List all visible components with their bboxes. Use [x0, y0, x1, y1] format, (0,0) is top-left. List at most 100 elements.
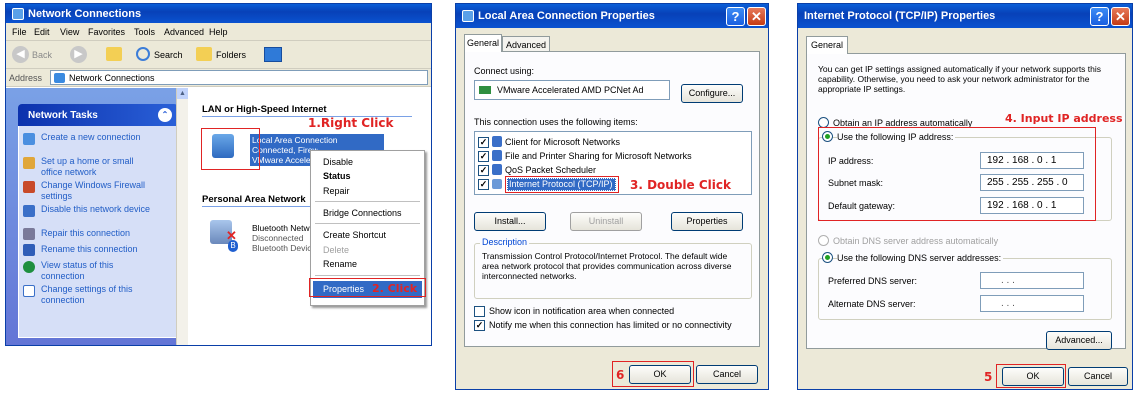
- subnet-mask-field[interactable]: 255 . 255 . 255 . 0: [980, 174, 1084, 191]
- notify-label[interactable]: Notify me when this connection has limit…: [489, 320, 732, 330]
- task-label[interactable]: Change settings of this connection: [41, 284, 151, 306]
- folders-icon[interactable]: [196, 47, 212, 61]
- item-qos[interactable]: QoS Packet Scheduler: [505, 165, 596, 175]
- menu-advanced[interactable]: Advanced: [164, 27, 204, 37]
- help-button[interactable]: ?: [726, 7, 745, 26]
- back-arrow-icon[interactable]: ◀: [12, 46, 29, 63]
- cancel-button[interactable]: Cancel: [696, 365, 758, 384]
- task-label[interactable]: View status of this connection: [41, 260, 151, 282]
- install-button[interactable]: Install...: [474, 212, 546, 231]
- ip-address-field[interactable]: 192 . 168 . 0 . 1: [980, 152, 1084, 169]
- nc-toolbar: ◀ Back ▶ Search Folders: [6, 41, 431, 69]
- menu-tools[interactable]: Tools: [134, 27, 155, 37]
- show-icon-label[interactable]: Show icon in notification area when conn…: [489, 306, 674, 316]
- menu-repair[interactable]: Repair: [323, 186, 350, 196]
- default-gateway-field[interactable]: 192 . 168 . 0 . 1: [980, 197, 1084, 214]
- menu-favorites[interactable]: Favorites: [88, 27, 125, 37]
- lan-name: Local Area Connection: [252, 135, 338, 145]
- menu-disable[interactable]: Disable: [323, 157, 353, 167]
- lan-status: Connected, Firewalled: [252, 145, 318, 155]
- annotation-input-ip: 4. Input IP address: [1005, 112, 1123, 125]
- nc-left-pane: Network Tasks ⌃ Create a new connection …: [6, 88, 186, 345]
- tcpip-title-bar: Internet Protocol (TCP/IP) Properties: [798, 4, 1132, 28]
- search-button-label[interactable]: Search: [154, 50, 183, 60]
- item-file-sharing[interactable]: File and Printer Sharing for Microsoft N…: [505, 151, 692, 161]
- bluetooth-connection-item[interactable]: ✕ B Bluetooth Network Connection Disconn…: [202, 216, 312, 256]
- menu-edit[interactable]: Edit: [34, 27, 50, 37]
- network-icon: [462, 10, 474, 22]
- address-field[interactable]: Network Connections: [50, 70, 428, 85]
- repair-wrench-icon: [23, 228, 35, 240]
- help-button[interactable]: ?: [1090, 7, 1109, 26]
- item-checkbox[interactable]: ✓: [478, 165, 489, 176]
- intro-text: You can get IP settings assigned automat…: [818, 64, 1102, 94]
- tab-general[interactable]: General: [464, 34, 502, 52]
- menu-rename[interactable]: Rename: [323, 259, 357, 269]
- menu-help[interactable]: Help: [209, 27, 228, 37]
- cancel-button[interactable]: Cancel: [1068, 367, 1128, 386]
- right-click-highlight: [201, 128, 260, 170]
- forward-arrow-icon[interactable]: ▶: [70, 46, 87, 63]
- tab-general[interactable]: General: [806, 36, 848, 54]
- up-folder-icon[interactable]: [106, 47, 122, 61]
- back-label[interactable]: Back: [32, 50, 52, 60]
- lacp-title: Local Area Connection Properties: [478, 10, 655, 22]
- adapter-name: VMware Accelerated AMD PCNet Ad: [497, 85, 644, 95]
- task-label[interactable]: Rename this connection: [41, 244, 171, 255]
- ok-highlight: [996, 364, 1066, 388]
- menu-status[interactable]: Status: [323, 171, 351, 181]
- default-gateway-label: Default gateway:: [828, 201, 896, 211]
- adapter-icon: [479, 86, 491, 94]
- network-tasks-panel: Create a new connection Set up a home or…: [18, 126, 178, 338]
- advanced-button[interactable]: Advanced...: [1046, 331, 1112, 350]
- collapse-chevron-icon[interactable]: ⌃: [158, 108, 172, 122]
- menu-create-shortcut[interactable]: Create Shortcut: [323, 230, 386, 240]
- use-dns-radio[interactable]: [822, 252, 833, 263]
- search-icon[interactable]: [136, 47, 150, 61]
- annotation-right-click: 1.Right Click: [308, 116, 394, 130]
- item-checkbox[interactable]: ✓: [478, 151, 489, 162]
- menu-file[interactable]: File: [12, 27, 27, 37]
- task-label[interactable]: Set up a home or small office network: [41, 156, 151, 178]
- file-sharing-icon: [492, 150, 502, 161]
- menu-separator: [315, 275, 420, 276]
- item-client[interactable]: Client for Microsoft Networks: [505, 137, 620, 147]
- preferred-dns-field[interactable]: . . .: [980, 272, 1084, 289]
- views-icon[interactable]: [264, 47, 282, 62]
- task-label[interactable]: Disable this network device: [41, 204, 151, 215]
- folders-button-label[interactable]: Folders: [216, 50, 246, 60]
- group-pan-heading: Personal Area Network: [202, 194, 306, 205]
- lacp-body: General Advanced Connect using: VMware A…: [456, 28, 768, 389]
- items-label: This connection uses the following items…: [474, 117, 638, 127]
- use-dns-label[interactable]: Use the following DNS server addresses:: [837, 253, 1004, 263]
- task-label[interactable]: Change Windows Firewall settings: [41, 180, 151, 202]
- group-lan-heading: LAN or High-Speed Internet: [202, 104, 327, 115]
- obtain-dns-label[interactable]: Obtain DNS server address automatically: [833, 236, 998, 246]
- address-label: Address: [9, 73, 43, 83]
- menu-delete[interactable]: Delete: [323, 245, 349, 255]
- close-button[interactable]: ✕: [1111, 7, 1130, 26]
- scroll-up-icon[interactable]: ▲: [177, 88, 188, 99]
- configure-button[interactable]: Configure...: [681, 84, 743, 103]
- item-checkbox[interactable]: ✓: [478, 179, 489, 190]
- task-label[interactable]: Repair this connection: [41, 228, 171, 239]
- nc-title-bar: Network Connections: [6, 4, 431, 23]
- obtain-dns-radio[interactable]: [818, 235, 829, 246]
- notify-checkbox[interactable]: ✓: [474, 320, 485, 331]
- qos-icon: [492, 164, 502, 175]
- network-tasks-header[interactable]: Network Tasks ⌃: [18, 104, 178, 126]
- item-checkbox[interactable]: ✓: [478, 137, 489, 148]
- bt-name: Bluetooth Network Connection: [252, 223, 310, 233]
- lan-device: VMware Accelerated AMD PCNet Ad: [252, 155, 312, 165]
- ip-address-label: IP address:: [828, 156, 874, 166]
- nc-scrollbar[interactable]: ▲: [176, 88, 188, 345]
- close-button[interactable]: ✕: [747, 7, 766, 26]
- task-label[interactable]: Create a new connection: [41, 132, 151, 143]
- uninstall-button[interactable]: Uninstall: [570, 212, 642, 231]
- properties-button[interactable]: Properties: [671, 212, 743, 231]
- rename-icon: [23, 244, 35, 256]
- show-icon-checkbox[interactable]: [474, 306, 485, 317]
- menu-bridge-connections[interactable]: Bridge Connections: [323, 208, 402, 218]
- menu-view[interactable]: View: [60, 27, 79, 37]
- alternate-dns-field[interactable]: . . .: [980, 295, 1084, 312]
